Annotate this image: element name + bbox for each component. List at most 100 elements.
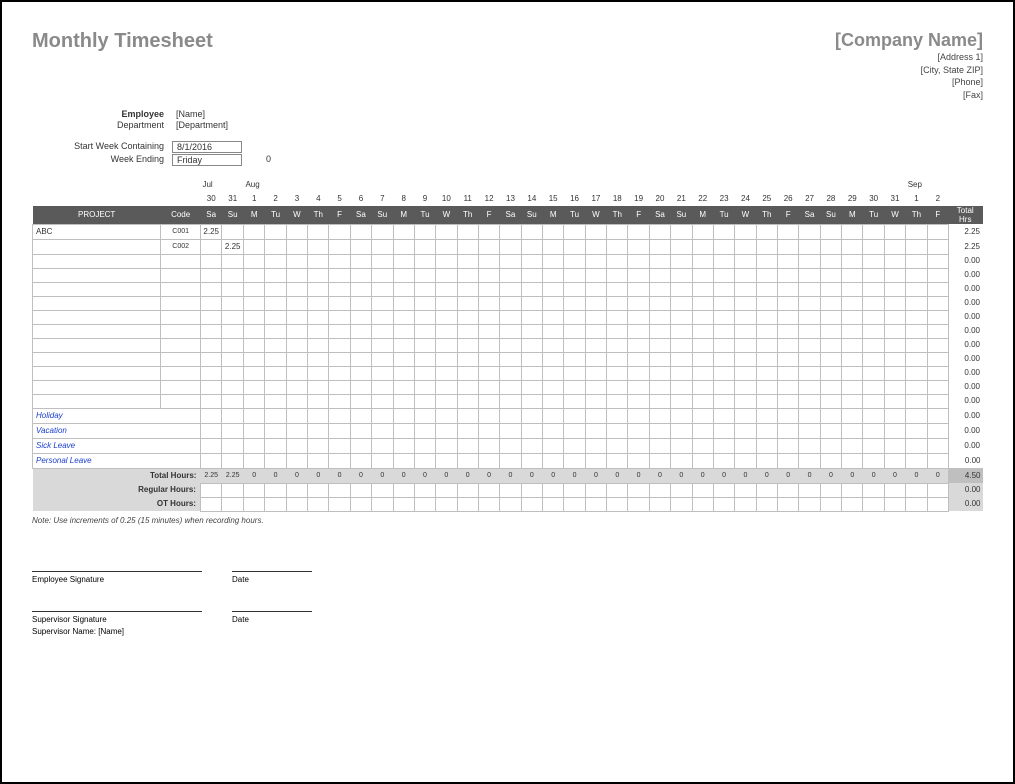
hours-cell[interactable] — [628, 438, 649, 453]
hours-cell[interactable] — [927, 254, 948, 268]
hours-cell[interactable] — [543, 380, 564, 394]
code-cell[interactable]: C001 — [161, 224, 201, 239]
hours-cell[interactable] — [778, 408, 799, 423]
hours-cell[interactable] — [820, 282, 841, 296]
hours-cell[interactable] — [649, 254, 670, 268]
regular-cell[interactable] — [414, 483, 435, 497]
ot-cell[interactable] — [649, 497, 670, 511]
ot-cell[interactable] — [607, 497, 628, 511]
hours-cell[interactable] — [243, 254, 264, 268]
hours-cell[interactable] — [329, 352, 350, 366]
hours-cell[interactable] — [713, 453, 734, 468]
hours-cell[interactable] — [799, 394, 820, 408]
hours-cell[interactable] — [393, 352, 414, 366]
hours-cell[interactable] — [286, 254, 307, 268]
hours-cell[interactable] — [200, 366, 222, 380]
hours-cell[interactable] — [243, 366, 264, 380]
hours-cell[interactable] — [671, 296, 692, 310]
hours-cell[interactable] — [478, 324, 499, 338]
hours-cell[interactable] — [436, 224, 457, 239]
hours-cell[interactable] — [713, 438, 734, 453]
hours-cell[interactable]: 2.25 — [200, 224, 222, 239]
hours-cell[interactable] — [927, 423, 948, 438]
regular-cell[interactable] — [607, 483, 628, 497]
hours-cell[interactable] — [628, 239, 649, 254]
employee-date-line[interactable] — [232, 571, 312, 572]
hours-cell[interactable] — [927, 296, 948, 310]
hours-cell[interactable] — [842, 453, 863, 468]
hours-cell[interactable] — [820, 438, 841, 453]
hours-cell[interactable] — [906, 408, 927, 423]
hours-cell[interactable] — [393, 380, 414, 394]
code-cell[interactable] — [161, 338, 201, 352]
hours-cell[interactable] — [478, 338, 499, 352]
hours-cell[interactable] — [543, 394, 564, 408]
code-cell[interactable] — [161, 254, 201, 268]
hours-cell[interactable] — [200, 423, 222, 438]
hours-cell[interactable] — [713, 310, 734, 324]
ot-cell[interactable] — [521, 497, 542, 511]
hours-cell[interactable] — [308, 324, 329, 338]
hours-cell[interactable] — [799, 239, 820, 254]
hours-cell[interactable] — [243, 282, 264, 296]
hours-cell[interactable] — [585, 366, 606, 380]
hours-cell[interactable] — [649, 324, 670, 338]
hours-cell[interactable] — [799, 310, 820, 324]
hours-cell[interactable] — [329, 380, 350, 394]
hours-cell[interactable] — [521, 224, 542, 239]
hours-cell[interactable] — [222, 453, 244, 468]
regular-cell[interactable] — [478, 483, 499, 497]
hours-cell[interactable] — [671, 310, 692, 324]
hours-cell[interactable] — [543, 338, 564, 352]
hours-cell[interactable] — [265, 268, 286, 282]
hours-cell[interactable] — [222, 423, 244, 438]
hours-cell[interactable] — [585, 408, 606, 423]
hours-cell[interactable] — [265, 324, 286, 338]
hours-cell[interactable] — [778, 423, 799, 438]
hours-cell[interactable] — [863, 352, 884, 366]
department-value[interactable]: [Department] — [172, 120, 232, 130]
hours-cell[interactable] — [478, 224, 499, 239]
code-cell[interactable] — [161, 282, 201, 296]
regular-cell[interactable] — [671, 483, 692, 497]
regular-cell[interactable] — [820, 483, 841, 497]
hours-cell[interactable] — [884, 453, 905, 468]
hours-cell[interactable] — [884, 224, 905, 239]
hours-cell[interactable] — [585, 394, 606, 408]
hours-cell[interactable] — [543, 282, 564, 296]
hours-cell[interactable] — [778, 239, 799, 254]
project-cell[interactable] — [33, 239, 161, 254]
hours-cell[interactable] — [607, 352, 628, 366]
hours-cell[interactable] — [692, 423, 713, 438]
hours-cell[interactable] — [414, 408, 435, 423]
hours-cell[interactable] — [585, 268, 606, 282]
regular-cell[interactable] — [564, 483, 585, 497]
hours-cell[interactable] — [286, 438, 307, 453]
project-cell[interactable] — [33, 268, 161, 282]
hours-cell[interactable] — [265, 254, 286, 268]
hours-cell[interactable] — [414, 224, 435, 239]
hours-cell[interactable] — [372, 296, 393, 310]
hours-cell[interactable] — [927, 352, 948, 366]
hours-cell[interactable] — [671, 352, 692, 366]
hours-cell[interactable] — [414, 366, 435, 380]
employee-value[interactable]: [Name] — [172, 109, 209, 119]
hours-cell[interactable] — [200, 310, 222, 324]
project-cell[interactable] — [33, 254, 161, 268]
hours-cell[interactable] — [265, 239, 286, 254]
hours-cell[interactable] — [414, 296, 435, 310]
hours-cell[interactable] — [350, 224, 371, 239]
hours-cell[interactable] — [329, 239, 350, 254]
hours-cell[interactable] — [286, 453, 307, 468]
hours-cell[interactable] — [200, 394, 222, 408]
hours-cell[interactable] — [564, 224, 585, 239]
hours-cell[interactable] — [457, 324, 478, 338]
hours-cell[interactable] — [778, 296, 799, 310]
hours-cell[interactable] — [649, 239, 670, 254]
hours-cell[interactable] — [756, 438, 777, 453]
hours-cell[interactable] — [756, 224, 777, 239]
hours-cell[interactable] — [414, 268, 435, 282]
hours-cell[interactable] — [671, 338, 692, 352]
hours-cell[interactable] — [927, 438, 948, 453]
hours-cell[interactable] — [500, 254, 521, 268]
